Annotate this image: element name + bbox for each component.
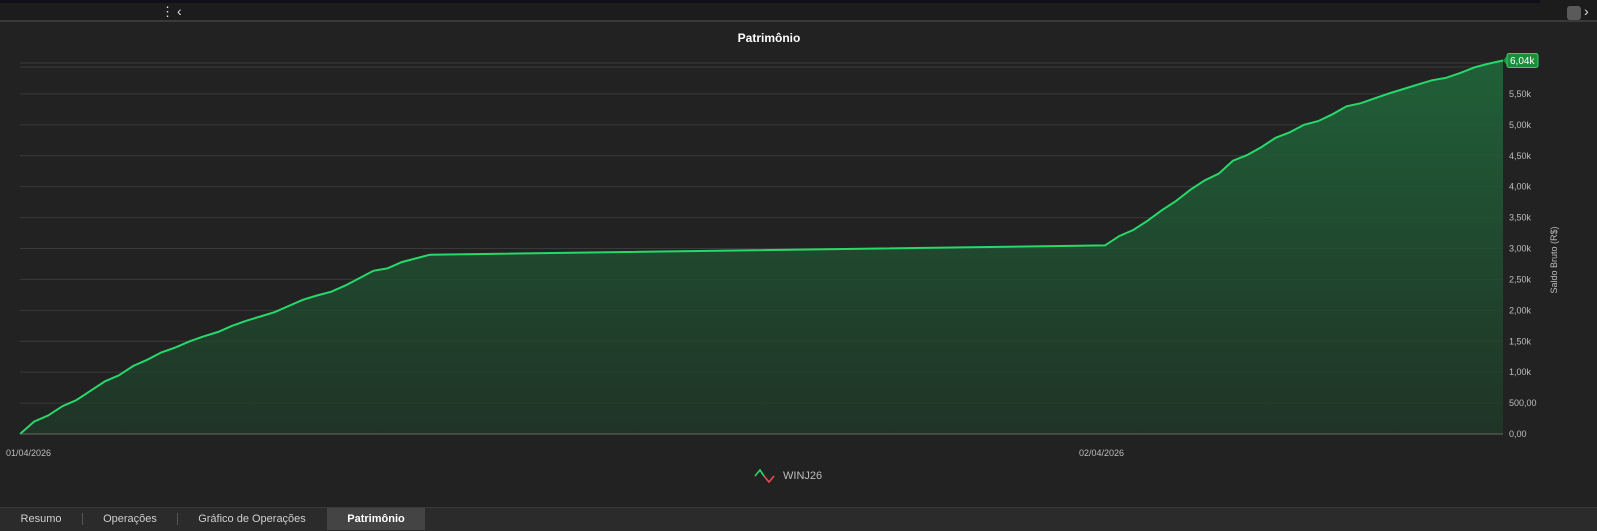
tab-resumo[interactable]: Resumo — [0, 508, 82, 530]
y-tick-label: 1,50k — [1509, 336, 1532, 346]
y-axis-title: Saldo Bruto (R$) — [1549, 226, 1559, 293]
y-tick-label: 0,00 — [1509, 429, 1527, 439]
last-value-marker: 6,04k — [1503, 53, 1539, 69]
tab-patrimonio[interactable]: Patrimônio — [327, 508, 425, 530]
equity-area — [20, 60, 1503, 434]
chevron-right-icon[interactable]: › — [1584, 4, 1589, 18]
vertical-dots-icon[interactable]: ⋮ — [161, 5, 174, 19]
last-value-label: 6,04k — [1510, 56, 1535, 67]
window-toolbar: ⋮ ‹ › — [0, 0, 1597, 22]
y-axis-ticks: 0,00 500,00 1,00k 1,50k 2,00k 2,50k 3,00k 3,50k… — [1509, 89, 1537, 439]
y-tick-label: 5,00k — [1509, 120, 1532, 130]
equity-chart[interactable]: 0,00 500,00 1,00k 1,50k 2,00k 2,50k 3,00k 3,50k… — [0, 50, 1597, 490]
tab-grafico-operacoes[interactable]: Gráfico de Operações — [178, 508, 326, 530]
x-tick-label: 01/04/2026 — [6, 448, 51, 458]
y-tick-label: 500,00 — [1509, 398, 1537, 408]
bottom-tab-bar: Resumo Operações Gráfico de Operações Pa… — [0, 507, 1597, 531]
panel-toggle-button[interactable] — [1567, 6, 1581, 20]
toolbar-top-strip — [0, 0, 1540, 3]
legend-down-icon — [763, 475, 775, 484]
y-tick-label: 4,00k — [1509, 182, 1532, 192]
legend-up-icon — [754, 468, 765, 477]
y-tick-label: 2,50k — [1509, 274, 1532, 284]
y-tick-label: 2,00k — [1509, 305, 1532, 315]
chevron-left-icon[interactable]: ‹ — [177, 4, 182, 18]
toolbar-separator — [0, 20, 1597, 22]
tab-operacoes[interactable]: Operações — [83, 508, 177, 530]
y-tick-label: 3,50k — [1509, 213, 1532, 223]
y-tick-label: 3,00k — [1509, 244, 1532, 254]
x-tick-label: 02/04/2026 — [1079, 448, 1124, 458]
y-tick-label: 1,00k — [1509, 367, 1532, 377]
x-axis-ticks: 01/04/2026 02/04/2026 — [6, 448, 1124, 458]
legend-series-name: WINJ26 — [783, 470, 822, 482]
y-tick-label: 4,50k — [1509, 151, 1532, 161]
y-tick-label: 5,50k — [1509, 89, 1532, 99]
chart-title: Patrimônio — [737, 31, 801, 45]
legend[interactable]: WINJ26 — [754, 468, 822, 484]
